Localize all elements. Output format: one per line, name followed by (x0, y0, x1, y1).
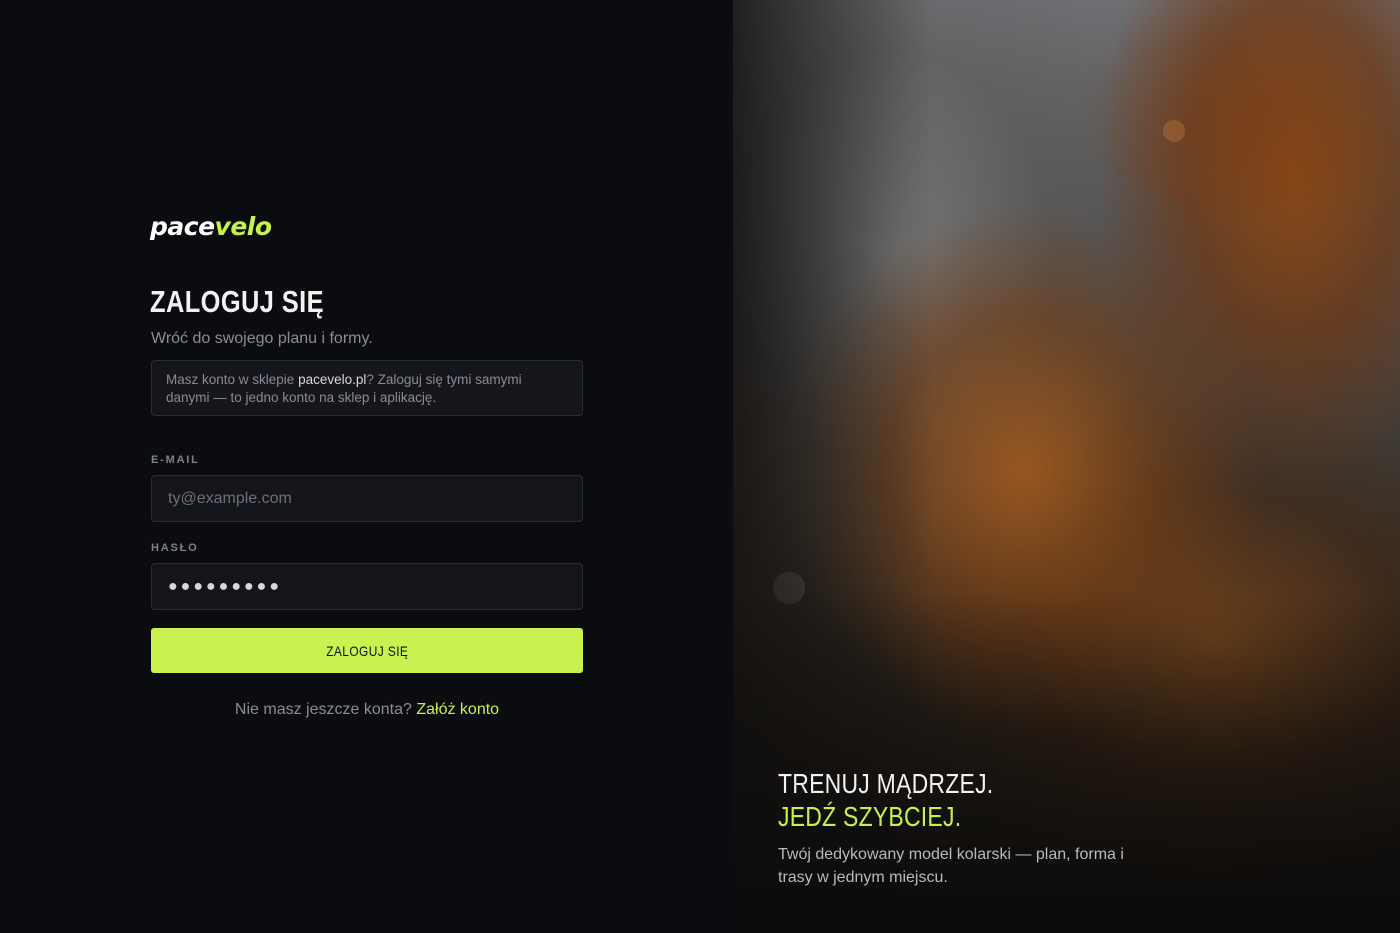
email-field[interactable] (151, 475, 583, 522)
password-field[interactable] (151, 563, 583, 610)
pacevelo-logo[interactable]: pacevelo (150, 212, 272, 242)
hero-description: Twój dedykowany model kolarski — plan, f… (778, 846, 1124, 886)
logo-text-velo: velo (214, 212, 273, 241)
signup-prompt: Nie masz jeszcze konta? Załóż konto (151, 700, 583, 720)
hero-headline-line1: TRENUJ MĄDRZEJ. (778, 768, 994, 799)
shop-domain-highlight: pacevelo.pl (298, 372, 367, 387)
signup-prompt-text: Nie masz jeszcze konta? (234, 701, 412, 718)
page-subtitle: Wróć do swojego planu i formy. (151, 330, 373, 347)
login-button-label: ZALOGUJ SIĘ (325, 642, 409, 659)
login-panel: pacevelo ZALOGUJ SIĘ Wróć do swojego pla… (0, 0, 733, 933)
password-label: HASŁO (151, 542, 199, 554)
note-prefix: Masz konto w sklepie (166, 372, 299, 387)
login-button[interactable]: ZALOGUJ SIĘ (151, 628, 583, 673)
bokeh-light (1163, 120, 1185, 142)
logo-text-pace: pace (150, 212, 215, 241)
page-title: ZALOGUJ SIĘ (150, 284, 325, 319)
hero-headline-line2: JEDŹ SZYBCIEJ. (778, 801, 962, 832)
email-label: E-MAIL (151, 454, 200, 466)
create-account-link[interactable]: Załóż konto (416, 701, 499, 718)
cyclist-helmet-shape (1073, 0, 1400, 210)
shop-account-note: Masz konto w sklepie pacevelo.pl? Zalogu… (151, 360, 583, 416)
